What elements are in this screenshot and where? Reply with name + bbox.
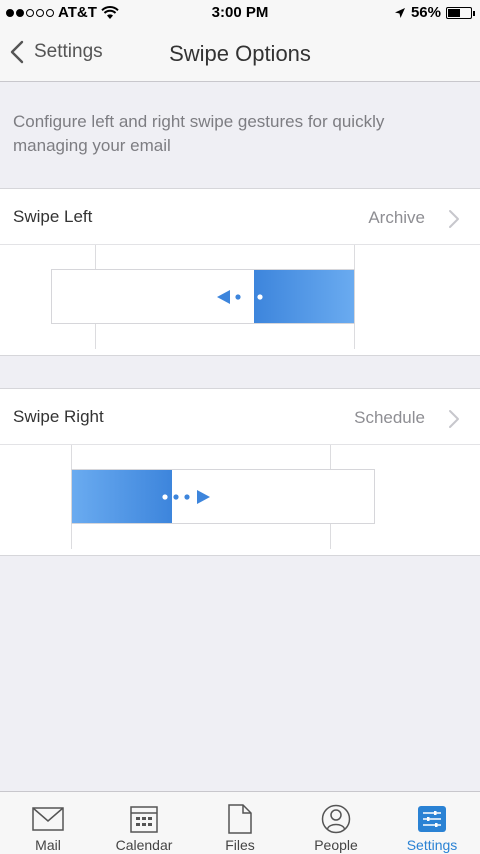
mail-icon <box>32 807 64 831</box>
files-icon <box>228 804 252 834</box>
tab-label: Files <box>225 837 255 853</box>
swipe-right-row[interactable]: Swipe Right Schedule <box>0 389 480 445</box>
tab-files[interactable]: Files <box>192 792 288 854</box>
swipe-left-message-card <box>51 269 355 324</box>
swipe-left-action-fill <box>254 270 354 323</box>
swipe-right-label: Swipe Right <box>13 407 104 426</box>
status-bar: AT&T 3:00 PM 56% <box>0 0 480 28</box>
swipe-left-label: Swipe Left <box>13 207 93 226</box>
tab-label: Mail <box>35 837 61 853</box>
location-arrow-icon <box>394 7 405 18</box>
swipe-left-preview <box>0 245 480 355</box>
swipe-right-action-fill <box>72 470 172 523</box>
swipe-right-message-card <box>71 469 375 524</box>
description-text: Configure left and right swipe gestures … <box>13 112 385 155</box>
page-title: Swipe Options <box>169 41 311 66</box>
chevron-right-icon <box>449 410 459 428</box>
chevron-right-icon <box>449 210 459 228</box>
calendar-icon <box>130 806 158 833</box>
swipe-left-section: Swipe Left Archive <box>0 188 480 356</box>
tab-people[interactable]: People <box>288 792 384 854</box>
swipe-left-value: Archive <box>368 208 425 227</box>
settings-icon <box>418 806 446 832</box>
tab-bar: Mail Calendar Files People Settings <box>0 791 480 854</box>
battery-percent: 56% <box>410 4 441 21</box>
swipe-left-row[interactable]: Swipe Left Archive <box>0 189 480 245</box>
tab-mail[interactable]: Mail <box>0 792 96 854</box>
tab-calendar[interactable]: Calendar <box>96 792 192 854</box>
status-right: 56% <box>394 4 475 21</box>
tab-settings[interactable]: Settings <box>384 792 480 854</box>
swipe-right-preview <box>0 445 480 555</box>
swipe-right-value: Schedule <box>354 408 425 427</box>
people-icon <box>321 804 351 834</box>
tab-label: People <box>314 837 358 853</box>
navigation-bar: Settings Swipe Options <box>0 28 480 82</box>
battery-icon <box>446 6 475 19</box>
swipe-right-arrow-icon <box>162 490 210 504</box>
tab-label: Settings <box>406 837 458 853</box>
tab-label: Calendar <box>115 837 173 853</box>
battery-level <box>448 8 461 17</box>
swipe-right-section: Swipe Right Schedule <box>0 388 480 556</box>
swipe-left-arrow-icon <box>217 290 263 304</box>
